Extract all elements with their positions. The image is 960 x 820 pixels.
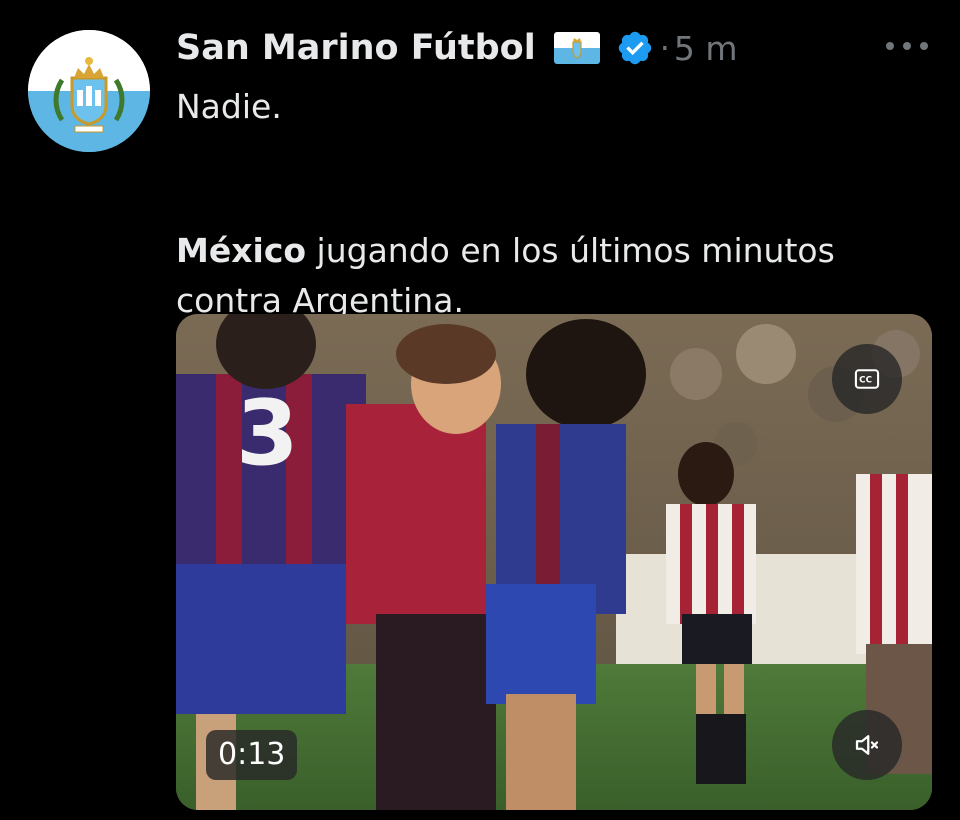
timestamp[interactable]: 5 m: [674, 29, 738, 68]
tweet-line-1: Nadie.: [176, 87, 282, 126]
display-name[interactable]: San Marino Fútbol: [176, 28, 536, 68]
more-dot: [886, 42, 894, 50]
svg-text:3: 3: [236, 381, 299, 486]
svg-text:CC: CC: [859, 376, 872, 386]
san-marino-crest-icon: [28, 30, 150, 152]
speaker-muted-icon: [855, 735, 879, 755]
tweet-line-2: México jugando en los últimos minutos co…: [176, 226, 946, 326]
avatar[interactable]: [28, 30, 150, 152]
tweet-bold-word: México: [176, 231, 307, 270]
san-marino-flag-icon: [553, 32, 600, 64]
verified-badge-icon[interactable]: [616, 29, 654, 67]
mute-toggle-button[interactable]: [832, 710, 902, 780]
separator-dot: ·: [659, 29, 670, 67]
video-duration: 0:13: [206, 730, 298, 780]
closed-captions-icon: CC: [854, 369, 880, 389]
tweet-text: Nadie. México jugando en los últimos min…: [176, 82, 946, 326]
more-dot: [903, 42, 911, 50]
video-player[interactable]: 3 CC 0:13: [176, 314, 932, 810]
tweet-header: San Marino Fútbol · 5 m: [176, 24, 738, 72]
closed-captions-button[interactable]: CC: [832, 344, 902, 414]
more-options-icon[interactable]: [886, 36, 928, 56]
more-dot: [920, 42, 928, 50]
